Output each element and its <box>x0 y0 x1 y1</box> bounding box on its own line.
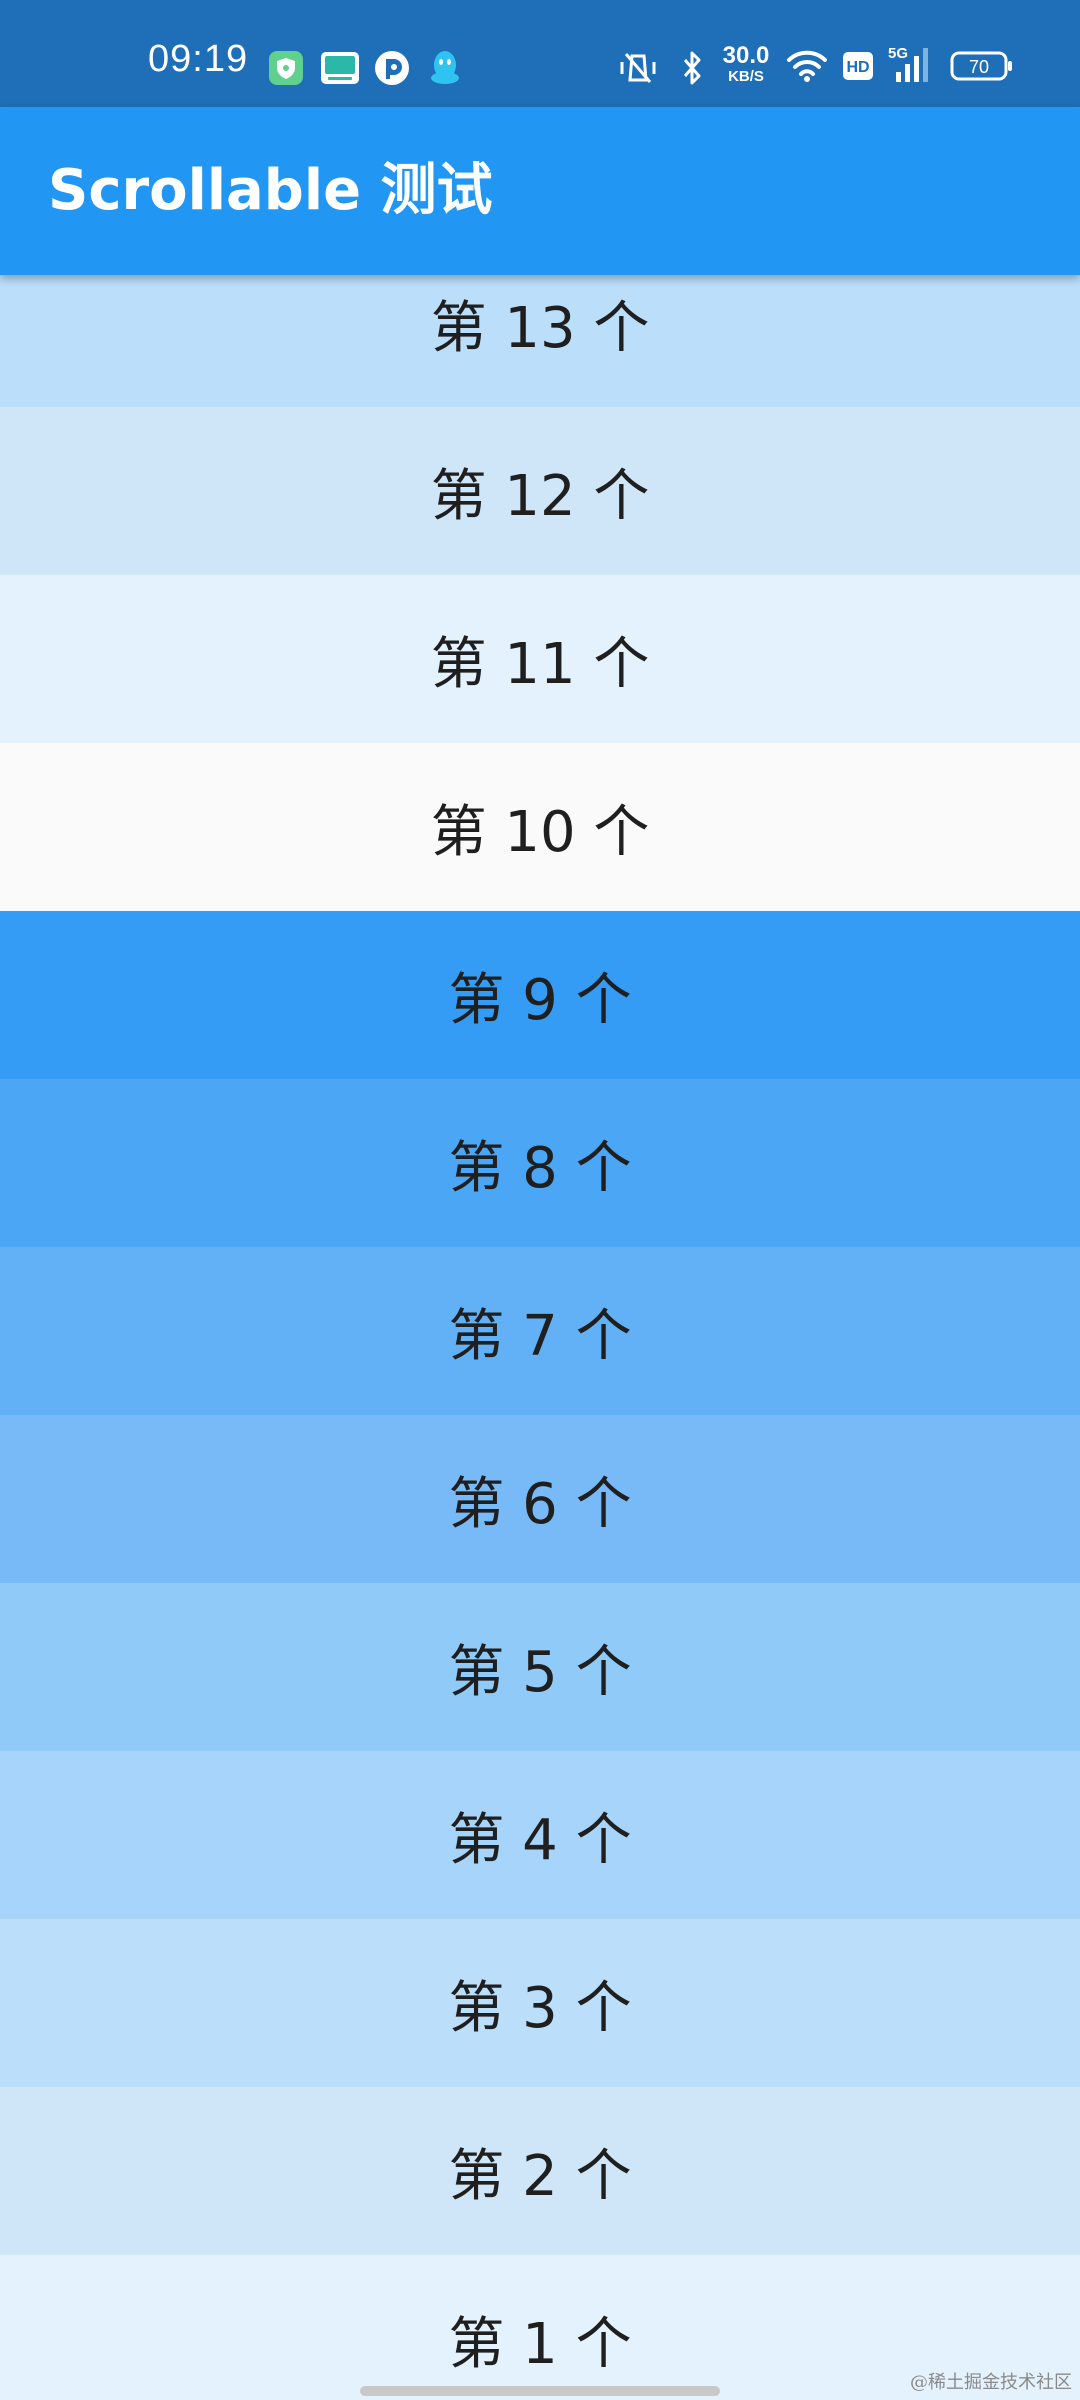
circle-app-icon <box>375 51 409 85</box>
qq-penguin-icon <box>431 51 459 84</box>
gesture-nav-handle[interactable] <box>360 2386 720 2396</box>
bluetooth-icon <box>683 51 701 85</box>
list-item[interactable]: 第 10 个 <box>0 743 1080 911</box>
list-item-label: 第 9 个 <box>448 967 632 1033</box>
hd-label: HD <box>846 59 869 76</box>
list-item[interactable]: 第 2 个 <box>0 2087 1080 2255</box>
list-item[interactable]: 第 11 个 <box>0 575 1080 743</box>
battery-level: 70 <box>969 57 989 77</box>
list-item-label: 第 6 个 <box>448 1471 632 1537</box>
list-item[interactable]: 第 5 个 <box>0 1583 1080 1751</box>
signal-5g-icon: 5G <box>888 45 928 82</box>
app-notification-icon <box>321 52 359 84</box>
list-item-label: 第 1 个 <box>448 2311 632 2377</box>
list-item[interactable]: 第 7 个 <box>0 1247 1080 1415</box>
app-bar: Scrollable 测试 <box>0 107 1080 275</box>
list-item-label: 第 3 个 <box>448 1975 632 2041</box>
wifi-icon <box>787 50 827 82</box>
list-item[interactable]: 第 8 个 <box>0 1079 1080 1247</box>
app-title: Scrollable 测试 <box>48 158 493 223</box>
status-bar: 09:19 30.0 KB/S HD 5G 70 <box>0 0 1080 107</box>
watermark: @稀土掘金技术社区 <box>910 2372 1072 2393</box>
security-shield-icon <box>269 51 303 85</box>
list-item-label: 第 10 个 <box>430 799 650 865</box>
scrollable-list[interactable]: 第 13 个第 12 个第 11 个第 10 个第 9 个第 8 个第 7 个第… <box>0 275 1080 2400</box>
list-item[interactable]: 第 12 个 <box>0 407 1080 575</box>
list-item[interactable]: 第 6 个 <box>0 1415 1080 1583</box>
list-item[interactable]: 第 4 个 <box>0 1751 1080 1919</box>
list-item-label: 第 11 个 <box>430 631 650 697</box>
network-speed-unit: KB/S <box>728 68 764 85</box>
list-item-label: 第 7 个 <box>448 1303 632 1369</box>
screen: 09:19 30.0 KB/S HD 5G 70 Scrollable 测试 第… <box>0 0 1080 2400</box>
list-item-label: 第 12 个 <box>430 463 650 529</box>
list-item-label: 第 4 个 <box>448 1807 632 1873</box>
list-item-label: 第 5 个 <box>448 1639 632 1705</box>
hd-badge-icon: HD <box>843 52 873 80</box>
status-time: 09:19 <box>148 38 249 80</box>
network-label: 5G <box>888 45 908 62</box>
network-speed-value: 30.0 <box>722 42 770 69</box>
vibrate-mute-icon <box>620 53 656 83</box>
list-item-label: 第 13 个 <box>430 295 650 361</box>
list-item[interactable]: 第 13 个 <box>0 275 1080 407</box>
list-item[interactable]: 第 3 个 <box>0 1919 1080 2087</box>
list-item-label: 第 8 个 <box>448 1135 632 1201</box>
list-item[interactable]: 第 9 个 <box>0 911 1080 1079</box>
battery-icon: 70 <box>950 51 1012 81</box>
list-item-label: 第 2 个 <box>448 2143 632 2209</box>
network-speed: 30.0 KB/S <box>718 42 774 85</box>
